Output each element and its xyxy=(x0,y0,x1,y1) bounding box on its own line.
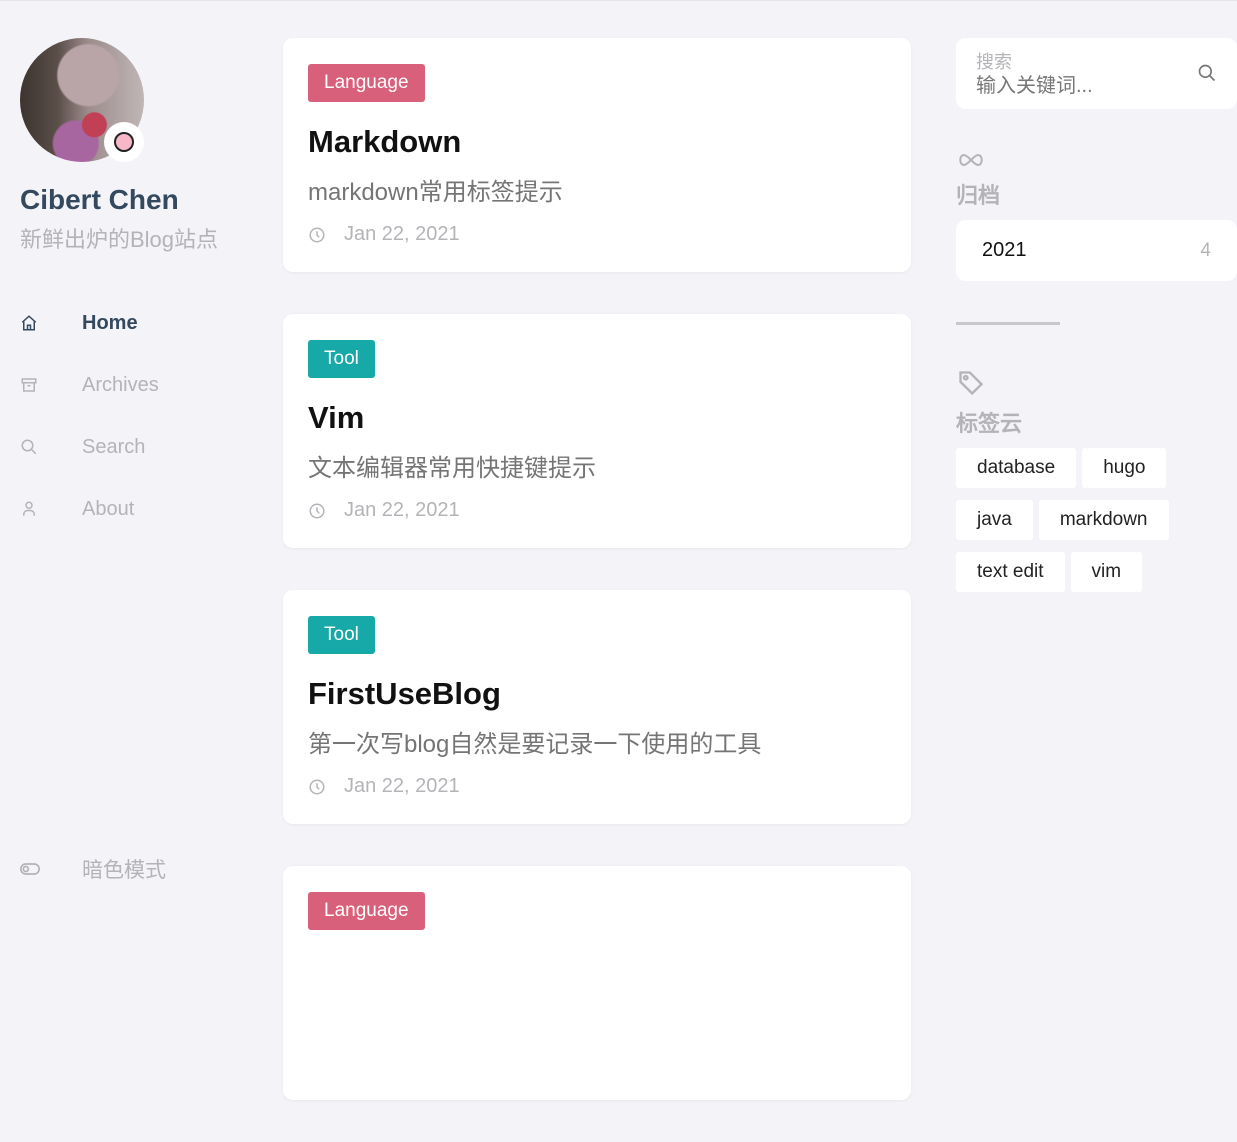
post-date: Jan 22, 2021 xyxy=(344,775,460,797)
clock-icon xyxy=(308,226,344,244)
post-card[interactable]: Tool FirstUseBlog 第一次写blog自然是要记录一下使用的工具 … xyxy=(283,590,911,824)
right-sidebar: 搜索 归档 2021 4 标签云 database hugo java mark… xyxy=(956,38,1237,604)
archives-title: 归档 xyxy=(956,183,1001,208)
infinity-icon xyxy=(956,151,1237,174)
post-meta: Jan 22, 2021 xyxy=(308,775,886,798)
tag-item[interactable]: text edit xyxy=(956,552,1065,592)
post-date: Jan 22, 2021 xyxy=(344,499,460,521)
tag-item[interactable]: hugo xyxy=(1082,448,1167,488)
toggle-icon xyxy=(20,862,82,876)
site-description: 新鲜出炉的Blog站点 xyxy=(20,227,219,252)
menu-item-about[interactable]: About xyxy=(20,478,250,540)
post-title[interactable]: Vim xyxy=(308,400,886,436)
clock-icon xyxy=(308,502,344,520)
user-icon xyxy=(20,500,82,518)
archive-count: 4 xyxy=(1200,239,1211,261)
menu-item-label: Archives xyxy=(82,373,159,396)
emoji-badge-icon xyxy=(104,122,144,162)
tag-cloud: database hugo java markdown text edit vi… xyxy=(956,448,1237,604)
post-card[interactable]: Tool Vim 文本编辑器常用快捷键提示 Jan 22, 2021 xyxy=(283,314,911,548)
category-badge[interactable]: Language xyxy=(308,892,425,930)
menu-item-home[interactable]: Home xyxy=(20,292,250,354)
tags-title: 标签云 xyxy=(956,411,1023,436)
post-date: Jan 22, 2021 xyxy=(344,223,460,245)
menu-item-label: About xyxy=(82,497,135,520)
post-meta: Jan 22, 2021 xyxy=(308,499,886,522)
divider xyxy=(956,322,1060,325)
archive-year: 2021 xyxy=(982,239,1027,261)
post-summary: 第一次写blog自然是要记录一下使用的工具 xyxy=(308,731,762,758)
left-sidebar: Cibert Chen 新鲜出炉的Blog站点 Home Archives Se… xyxy=(20,38,250,931)
dark-mode-label: 暗色模式 xyxy=(82,859,166,882)
dark-mode-toggle[interactable]: 暗色模式 xyxy=(20,854,166,884)
archive-icon xyxy=(20,376,82,394)
search-input[interactable] xyxy=(976,75,1176,98)
post-card[interactable]: Language xyxy=(283,866,911,1100)
menu-item-archives[interactable]: Archives xyxy=(20,354,250,416)
search-widget: 搜索 xyxy=(956,38,1237,109)
post-summary: markdown常用标签提示 xyxy=(308,179,563,206)
tag-icon xyxy=(956,369,1237,402)
category-badge[interactable]: Language xyxy=(308,64,425,102)
menu-item-search[interactable]: Search xyxy=(20,416,250,478)
search-icon xyxy=(20,438,82,456)
tag-item[interactable]: java xyxy=(956,500,1033,540)
clock-icon xyxy=(308,778,344,796)
category-badge[interactable]: Tool xyxy=(308,340,375,378)
tag-item[interactable]: database xyxy=(956,448,1077,488)
search-label: 搜索 xyxy=(976,52,1012,72)
home-icon xyxy=(20,314,82,332)
post-summary: 文本编辑器常用快捷键提示 xyxy=(308,455,596,482)
post-list: Language Markdown markdown常用标签提示 Jan 22,… xyxy=(283,38,911,1142)
site-name[interactable]: Cibert Chen xyxy=(20,184,250,216)
post-card[interactable]: Language Markdown markdown常用标签提示 Jan 22,… xyxy=(283,38,911,272)
menu-item-label: Search xyxy=(82,435,146,458)
search-button[interactable] xyxy=(1197,63,1217,88)
main-menu: Home Archives Search About xyxy=(20,292,250,540)
tag-item[interactable]: vim xyxy=(1070,552,1143,592)
menu-item-label: Home xyxy=(82,311,138,334)
archive-item[interactable]: 2021 4 xyxy=(956,220,1237,281)
tag-item[interactable]: markdown xyxy=(1038,500,1169,540)
post-title[interactable]: Markdown xyxy=(308,124,886,160)
category-badge[interactable]: Tool xyxy=(308,616,375,654)
avatar-container xyxy=(20,38,144,162)
post-meta: Jan 22, 2021 xyxy=(308,223,886,246)
post-title[interactable]: FirstUseBlog xyxy=(308,676,886,712)
